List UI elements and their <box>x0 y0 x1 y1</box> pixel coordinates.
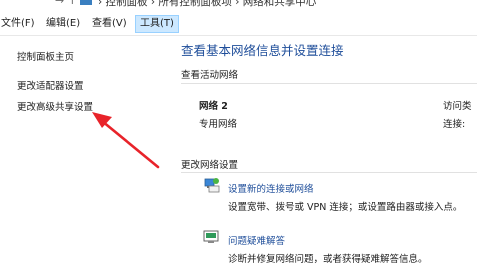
menu-view[interactable]: 查看(V) <box>88 16 131 32</box>
menu-file[interactable]: 文件(F) <box>0 16 39 32</box>
setup-connection-link[interactable]: 设置新的连接或网络 <box>228 181 314 195</box>
menu-bar: 文件(F) 编辑(E) 查看(V) 工具(T) <box>0 13 477 36</box>
menu-tools[interactable]: 工具(T) <box>135 15 179 33</box>
control-panel-icon <box>80 0 92 5</box>
sidebar: 控制面板主页 更改适配器设置 更改高级共享设置 <box>0 36 170 278</box>
troubleshoot-icon <box>203 230 219 243</box>
troubleshoot-link[interactable]: 问题疑难解答 <box>228 233 285 247</box>
network-type[interactable]: 专用网络 <box>199 116 237 130</box>
change-settings-heading: 更改网络设置 <box>181 160 239 171</box>
sidebar-item-change-advanced-sharing[interactable]: 更改高级共享设置 <box>17 99 93 113</box>
divider <box>181 83 477 84</box>
network-name: 网络 2 <box>199 101 228 112</box>
nav-buttons[interactable]: → ↑ <box>55 0 77 7</box>
setup-connection-desc: 设置宽带、拨号或 VPN 连接；或设置路由器或接入点。 <box>228 202 463 213</box>
connection-label: 连接: <box>443 119 466 130</box>
network-setup-icon <box>204 178 220 193</box>
sidebar-item-control-panel-home[interactable]: 控制面板主页 <box>17 49 74 63</box>
address-bar[interactable]: → ↑ › 控制面板 › 所有控制面板项 › 网络和共享中心 <box>0 0 477 14</box>
main-content: 查看基本网络信息并设置连接 查看活动网络 网络 2 专用网络 访问类 连接: 更… <box>170 36 477 278</box>
troubleshoot-desc: 诊断并修复网络问题，或者获得疑难解答信息。 <box>228 254 428 265</box>
breadcrumb[interactable]: › 控制面板 › 所有控制面板项 › 网络和共享中心 <box>98 0 316 9</box>
menu-edit[interactable]: 编辑(E) <box>42 16 84 32</box>
page-title: 查看基本网络信息并设置连接 <box>181 43 344 58</box>
access-type-label: 访问类 <box>443 101 472 112</box>
divider <box>181 172 477 173</box>
active-networks-heading: 查看活动网络 <box>181 70 239 81</box>
sidebar-item-change-adapter-settings[interactable]: 更改适配器设置 <box>17 78 84 92</box>
